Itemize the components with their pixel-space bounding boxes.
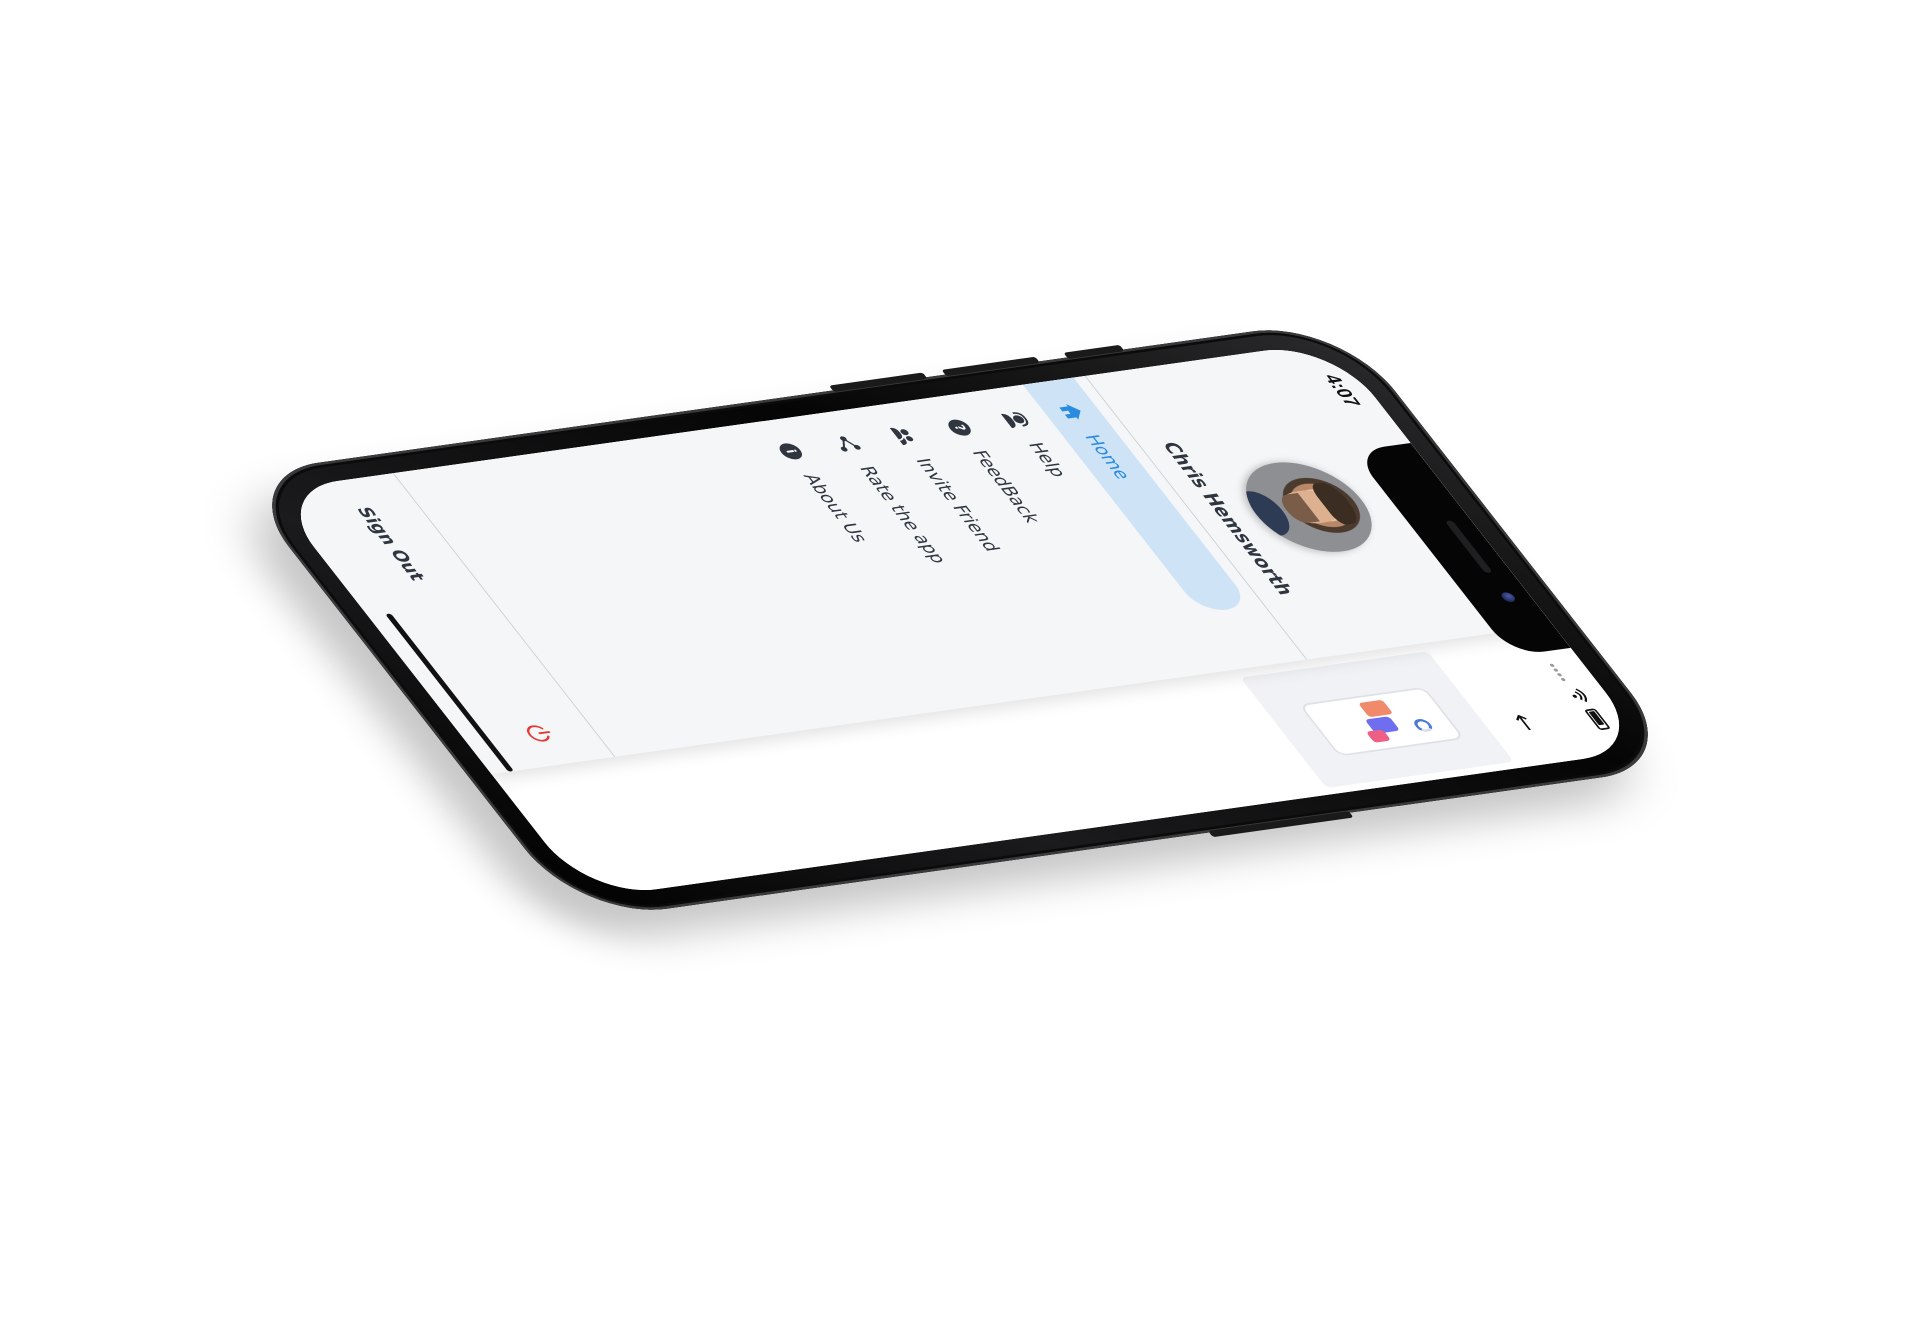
help-circle-icon: ? (942, 418, 976, 438)
mini-card-orange (1357, 699, 1394, 718)
menu-item-label: Home (1079, 433, 1135, 481)
phone-device: 4:07 ← Chris Hemsworth Home Help ? FeedB… (213, 319, 1688, 950)
volume-up-button (941, 356, 1041, 377)
sign-out-label: Sign Out (351, 505, 430, 582)
app-preview-image[interactable] (1240, 651, 1514, 789)
group-icon (886, 425, 920, 446)
info-icon: i (774, 441, 808, 461)
earpiece-speaker (1444, 520, 1493, 574)
front-camera (1498, 591, 1518, 603)
device-frame: 4:07 ← Chris Hemsworth Home Help ? FeedB… (232, 319, 1688, 921)
share-icon (830, 433, 864, 453)
support-agent-icon (999, 410, 1033, 430)
drawer-menu: Home Help ? FeedBack Invite Friend Rate … (736, 377, 1295, 709)
home-icon (1055, 402, 1089, 422)
mute-switch (1063, 344, 1125, 360)
arrow-left-icon[interactable]: ← (1503, 712, 1545, 733)
mockup-stage: 4:07 ← Chris Hemsworth Home Help ? FeedB… (0, 0, 1920, 1317)
volume-down-button (828, 372, 928, 392)
mini-progress-ring (1410, 718, 1436, 733)
menu-item-label: Help (1023, 441, 1071, 479)
mini-phone-mockup (1298, 686, 1465, 757)
power-icon[interactable] (519, 721, 559, 745)
